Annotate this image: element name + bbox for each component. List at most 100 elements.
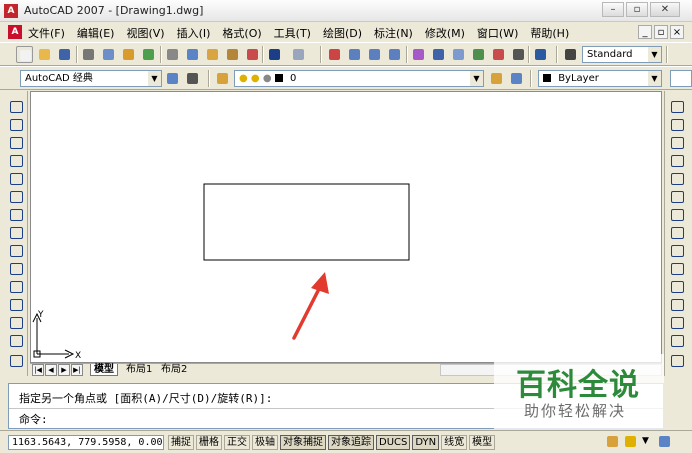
copy-object-icon[interactable]: [669, 117, 685, 131]
move-icon[interactable]: [669, 189, 685, 203]
calculator-icon[interactable]: [510, 46, 527, 63]
status-menu-chevron-icon[interactable]: ▼: [642, 436, 649, 446]
workspace-select[interactable]: AutoCAD 经典 ▼: [20, 70, 162, 87]
dyn-toggle[interactable]: DYN: [412, 435, 440, 450]
erase-icon[interactable]: [669, 99, 685, 113]
make-block-icon[interactable]: [8, 315, 24, 329]
rectangle-icon[interactable]: [8, 171, 24, 185]
trim-icon[interactable]: [669, 261, 685, 275]
tab-prev-icon[interactable]: ◀: [45, 364, 57, 376]
layer-manager-icon[interactable]: [214, 70, 231, 87]
snap-toggle[interactable]: 捕捉: [168, 435, 194, 450]
model-toggle[interactable]: 模型: [469, 435, 496, 450]
new-file-icon[interactable]: [16, 46, 33, 63]
tab-layout1[interactable]: 布局1: [123, 364, 155, 376]
drawn-rectangle[interactable]: [203, 183, 410, 261]
mirror-icon[interactable]: [669, 135, 685, 149]
offset-icon[interactable]: [669, 153, 685, 167]
extend-icon[interactable]: [669, 279, 685, 293]
polar-toggle[interactable]: 极轴: [252, 435, 278, 450]
ortho-toggle[interactable]: 正交: [224, 435, 250, 450]
otrack-toggle[interactable]: 对象追踪: [328, 435, 374, 450]
linetype-select[interactable]: [670, 70, 692, 87]
stretch-icon[interactable]: [669, 243, 685, 257]
join-icon[interactable]: [669, 333, 685, 347]
color-select[interactable]: ByLayer ▼: [538, 70, 662, 87]
tab-layout2[interactable]: 布局2: [158, 364, 190, 376]
minimize-button[interactable]: –: [602, 2, 624, 17]
paste-icon[interactable]: [204, 46, 221, 63]
properties-icon[interactable]: [410, 46, 427, 63]
copy-icon[interactable]: [184, 46, 201, 63]
grid-toggle[interactable]: 栅格: [196, 435, 222, 450]
zoom-realtime-icon[interactable]: [346, 46, 363, 63]
sheet-set-icon[interactable]: [470, 46, 487, 63]
scale-icon[interactable]: [669, 225, 685, 239]
redo-icon[interactable]: [290, 46, 307, 63]
tab-next-icon[interactable]: ▶: [58, 364, 70, 376]
break-at-point-icon[interactable]: [669, 297, 685, 311]
osnap-toggle[interactable]: 对象捕捉: [280, 435, 326, 450]
maximize-button[interactable]: ▫: [626, 2, 648, 17]
revision-cloud-icon[interactable]: [8, 225, 24, 239]
tab-first-icon[interactable]: |◀: [32, 364, 44, 376]
menu-file[interactable]: 文件(F): [26, 25, 67, 41]
close-button[interactable]: ✕: [650, 2, 680, 17]
markup-icon[interactable]: [490, 46, 507, 63]
drawing-canvas[interactable]: Y X: [30, 91, 662, 363]
text-style-icon[interactable]: [562, 46, 579, 63]
lock-icon[interactable]: [622, 433, 639, 450]
layer-select[interactable]: ● ● ● 0 ▼: [234, 70, 484, 87]
clean-screen-icon[interactable]: [656, 433, 673, 450]
menu-help[interactable]: 帮助(H): [528, 25, 571, 41]
layer-previous-icon[interactable]: [508, 70, 525, 87]
publish-icon[interactable]: [120, 46, 137, 63]
design-center-icon[interactable]: [430, 46, 447, 63]
doc-minimize-button[interactable]: _: [638, 25, 652, 39]
undo-icon[interactable]: [266, 46, 283, 63]
communication-center-icon[interactable]: [604, 433, 621, 450]
ellipse-icon[interactable]: [8, 261, 24, 275]
ellipse-arc-icon[interactable]: [8, 279, 24, 293]
print-preview-icon[interactable]: [100, 46, 117, 63]
save-icon[interactable]: [56, 46, 73, 63]
ducs-toggle[interactable]: DUCS: [376, 435, 411, 450]
zoom-window-icon[interactable]: [366, 46, 383, 63]
menu-edit[interactable]: 编辑(E): [75, 25, 117, 41]
make-object-layer-current-icon[interactable]: [488, 70, 505, 87]
help-icon[interactable]: [532, 46, 549, 63]
menu-dimension[interactable]: 标注(N): [372, 25, 415, 41]
tab-last-icon[interactable]: ▶|: [71, 364, 83, 376]
insert-block-icon[interactable]: [8, 297, 24, 311]
zoom-previous-icon[interactable]: [386, 46, 403, 63]
doc-restore-button[interactable]: ▫: [654, 25, 668, 39]
menu-modify[interactable]: 修改(M): [423, 25, 467, 41]
match-properties-icon[interactable]: [224, 46, 241, 63]
workspace-settings-icon[interactable]: [164, 70, 181, 87]
arc-icon[interactable]: [8, 189, 24, 203]
print-icon[interactable]: [80, 46, 97, 63]
line-icon[interactable]: [8, 99, 24, 113]
tab-model[interactable]: 模型: [90, 364, 118, 376]
polyline-icon[interactable]: [8, 135, 24, 149]
block-editor-icon[interactable]: [244, 46, 261, 63]
menu-insert[interactable]: 插入(I): [175, 25, 213, 41]
rotate-icon[interactable]: [669, 207, 685, 221]
spline-icon[interactable]: [8, 243, 24, 257]
hatch-icon[interactable]: [8, 353, 24, 367]
menu-tools[interactable]: 工具(T): [272, 25, 313, 41]
menu-window[interactable]: 窗口(W): [475, 25, 520, 41]
construction-line-icon[interactable]: [8, 117, 24, 131]
lineweight-toggle[interactable]: 线宽: [441, 435, 468, 450]
text-style-select[interactable]: Standard ▼: [582, 46, 662, 63]
command-prompt[interactable]: 命令:: [19, 411, 48, 427]
plot-icon[interactable]: [140, 46, 157, 63]
drawing-document-icon[interactable]: A: [8, 25, 22, 39]
chamfer-icon[interactable]: [669, 353, 685, 367]
break-icon[interactable]: [669, 315, 685, 329]
menu-view[interactable]: 视图(V): [124, 25, 166, 41]
menu-draw[interactable]: 绘图(D): [321, 25, 364, 41]
pan-realtime-icon[interactable]: [326, 46, 343, 63]
cut-icon[interactable]: [164, 46, 181, 63]
array-icon[interactable]: [669, 171, 685, 185]
